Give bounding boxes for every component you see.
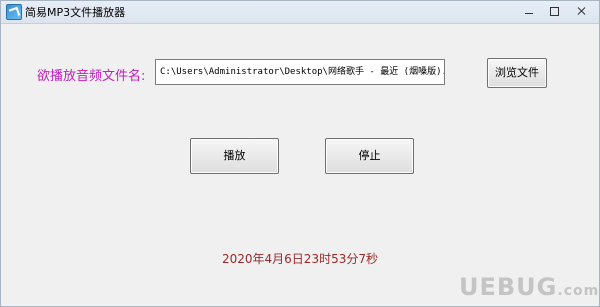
file-name-label: 欲播放音频文件名: bbox=[37, 69, 146, 84]
minimize-button[interactable] bbox=[517, 2, 541, 20]
app-icon bbox=[6, 4, 22, 20]
app-window: 简易MP3文件播放器 欲播放音频文件名: C:\Users\Administra… bbox=[0, 0, 600, 307]
watermark-logo: UEBUG.com bbox=[459, 273, 599, 303]
stop-button[interactable]: 停止 bbox=[325, 138, 414, 174]
watermark-text: UEBUG bbox=[459, 273, 558, 301]
watermark-suffix: .com bbox=[557, 283, 600, 299]
window-title: 简易MP3文件播放器 bbox=[25, 6, 126, 19]
file-path-input[interactable]: C:\Users\Administrator\Desktop\网络歌手 - 最近… bbox=[155, 59, 445, 85]
close-button[interactable] bbox=[567, 2, 597, 20]
play-button[interactable]: 播放 bbox=[190, 138, 279, 174]
current-datetime: 2020年4月6日23时53分7秒 bbox=[222, 252, 378, 266]
maximize-button[interactable] bbox=[542, 2, 566, 20]
title-bar[interactable]: 简易MP3文件播放器 bbox=[1, 1, 599, 24]
browse-file-button[interactable]: 浏览文件 bbox=[487, 58, 547, 88]
